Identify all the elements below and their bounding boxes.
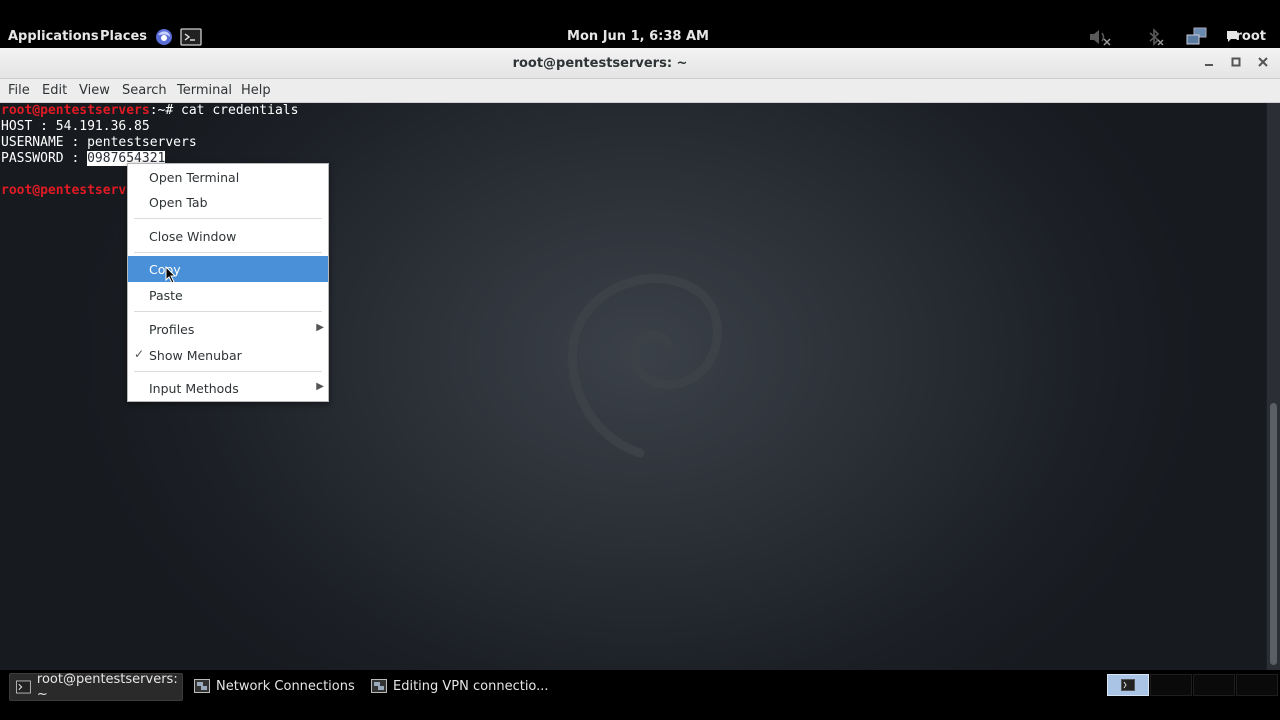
menu-profiles[interactable]: Profiles ▶: [128, 317, 328, 342]
bottom-taskbar: root@pentestservers: ~ Network Connectio…: [0, 671, 1280, 720]
terminal-line-prompt: root@pentestserv: [1, 183, 126, 199]
workspace-4[interactable]: [1236, 674, 1278, 696]
menu-open-tab[interactable]: Open Tab: [128, 190, 328, 215]
menu-search[interactable]: Search: [122, 83, 167, 98]
menu-help[interactable]: Help: [241, 83, 271, 98]
task-editing-vpn-label: Editing VPN connectio...: [393, 678, 549, 694]
terminal-line-username: USERNAME : pentestservers: [1, 135, 197, 150]
menu-separator: [134, 218, 322, 219]
menu-separator: [134, 252, 322, 253]
task-terminal[interactable]: root@pentestservers: ~: [9, 672, 183, 702]
menu-open-tab-label: Open Tab: [149, 195, 208, 210]
user-menu[interactable]: root: [1236, 29, 1267, 45]
prompt-user-partial: root@pentestserv: [1, 183, 127, 198]
terminal-icon: [1121, 679, 1135, 691]
workspace-1[interactable]: [1107, 674, 1149, 696]
menu-paste[interactable]: Paste: [128, 283, 328, 308]
menu-file[interactable]: File: [8, 83, 30, 98]
context-menu: Open Terminal Open Tab Close Window Copy…: [127, 163, 329, 402]
terminal-icon: [16, 680, 31, 694]
top-panel: Applications Places Mon Jun 1, 6:38 AM r…: [0, 0, 1280, 48]
menu-show-menubar-label: Show Menubar: [149, 348, 242, 363]
menu-input-methods-label: Input Methods: [149, 381, 239, 396]
menu-edit[interactable]: Edit: [42, 83, 67, 98]
scrollbar-thumb[interactable]: [1270, 403, 1277, 665]
prompt-user: root@pentestservers: [1, 103, 150, 118]
window-title: root@pentestservers: ~: [512, 56, 688, 71]
menu-copy[interactable]: Copy: [128, 256, 328, 282]
menu-open-terminal[interactable]: Open Terminal: [128, 165, 328, 190]
command-text: cat credentials: [181, 103, 299, 118]
password-label: PASSWORD :: [1, 151, 88, 166]
terminal-scrollbar[interactable]: [1266, 103, 1280, 670]
window-titlebar[interactable]: root@pentestservers: ~: [0, 48, 1280, 79]
network-connections-icon: [194, 679, 210, 693]
menu-input-methods[interactable]: Input Methods ▶: [128, 376, 328, 401]
submenu-arrow-icon: ▶: [316, 381, 324, 392]
maximize-icon[interactable]: [1225, 52, 1247, 72]
submenu-arrow-icon: ▶: [316, 322, 324, 333]
menu-profiles-label: Profiles: [149, 322, 195, 337]
menu-view[interactable]: View: [79, 83, 110, 98]
menu-separator: [134, 311, 322, 312]
terminal-line-host: HOST : 54.191.36.85: [1, 119, 150, 134]
task-editing-vpn[interactable]: Editing VPN connectio...: [369, 673, 569, 699]
menu-show-menubar[interactable]: ✓ Show Menubar: [128, 343, 328, 368]
menu-terminal[interactable]: Terminal: [177, 83, 232, 98]
menu-open-terminal-label: Open Terminal: [149, 170, 240, 185]
vpn-editor-icon: [371, 679, 387, 693]
clock[interactable]: Mon Jun 1, 6:38 AM: [0, 29, 1276, 45]
workspace-2[interactable]: [1150, 674, 1192, 696]
terminal-menubar: File Edit View Search Terminal Help: [0, 79, 1280, 103]
task-terminal-label: root@pentestservers: ~: [36, 672, 178, 702]
terminal-line-command: root@pentestservers:~# cat credentials: [1, 103, 298, 119]
debian-swirl-logo: [568, 274, 722, 458]
workspace-3[interactable]: [1193, 674, 1235, 696]
menu-separator: [134, 371, 322, 372]
prompt-suffix: :~#: [149, 103, 182, 118]
checkmark-icon: ✓: [134, 347, 145, 361]
task-network-connections[interactable]: Network Connections: [192, 673, 362, 699]
minimize-icon[interactable]: [1198, 52, 1220, 72]
menu-paste-label: Paste: [149, 288, 183, 303]
menu-close-window[interactable]: Close Window: [128, 224, 328, 249]
mouse-pointer-icon: [165, 266, 177, 284]
menu-close-window-label: Close Window: [149, 229, 237, 244]
task-network-connections-label: Network Connections: [216, 678, 355, 694]
close-icon[interactable]: [1252, 52, 1274, 72]
